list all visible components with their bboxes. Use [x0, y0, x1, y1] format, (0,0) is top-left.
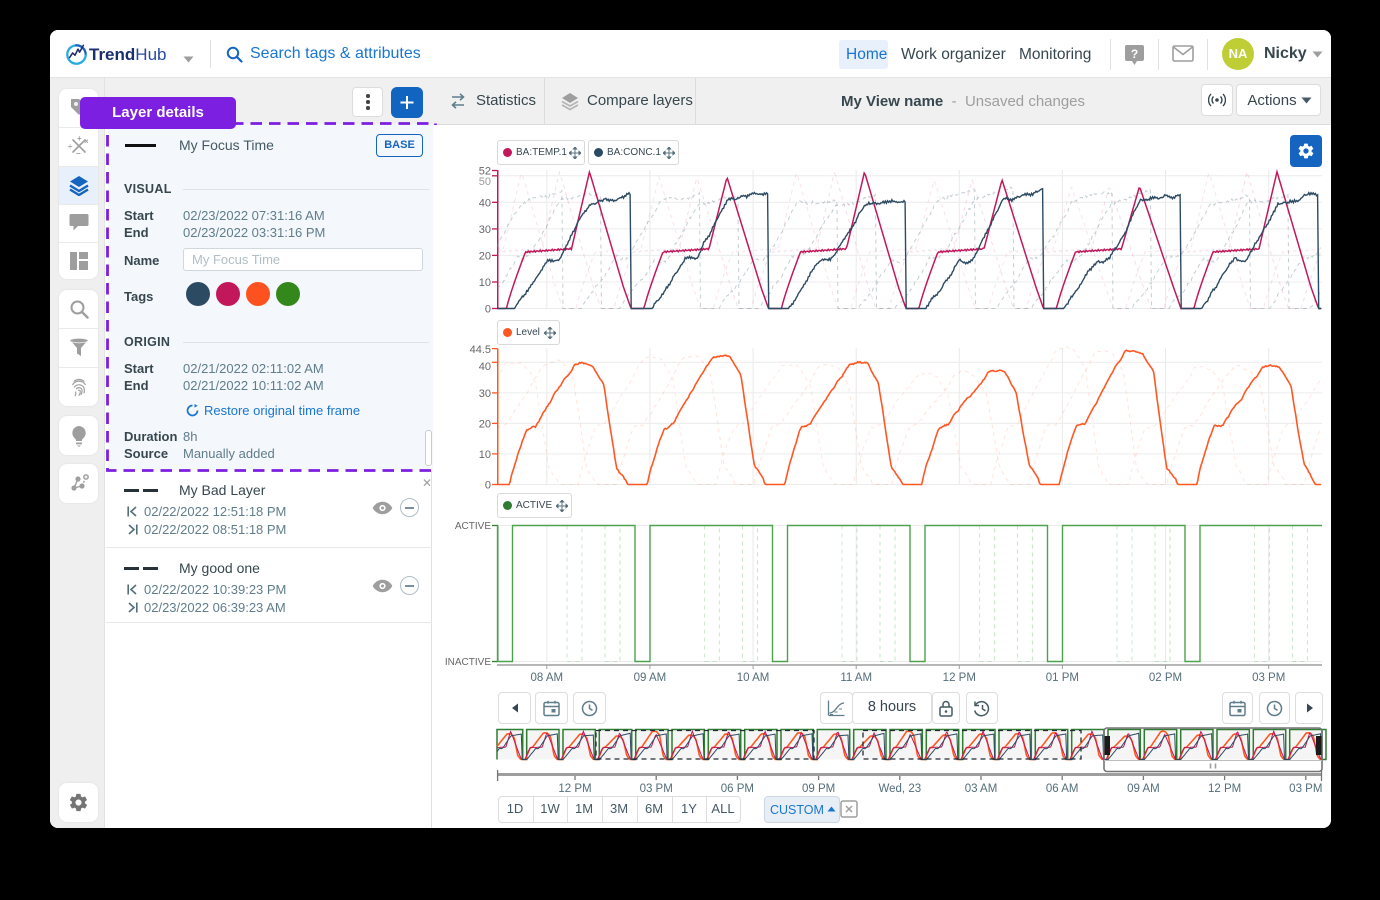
- svg-text:02 PM: 02 PM: [1149, 672, 1182, 684]
- svg-text:20: 20: [479, 418, 491, 430]
- svg-text:40: 40: [479, 197, 491, 209]
- svg-text:30: 30: [479, 224, 491, 236]
- svg-text:30: 30: [479, 388, 491, 400]
- svg-text:ACTIVE: ACTIVE: [455, 521, 491, 532]
- svg-text:06 AM: 06 AM: [1046, 783, 1079, 795]
- svg-text:Wed, 23: Wed, 23: [878, 783, 921, 795]
- svg-text:0: 0: [485, 480, 491, 492]
- svg-text:11 AM: 11 AM: [840, 672, 872, 684]
- svg-text:10 AM: 10 AM: [737, 672, 770, 684]
- svg-text:12 PM: 12 PM: [1208, 783, 1241, 795]
- svg-text:10: 10: [479, 277, 491, 289]
- svg-text:20: 20: [479, 250, 491, 262]
- svg-text:03 PM: 03 PM: [1289, 783, 1322, 795]
- svg-text:×: ×: [84, 137, 89, 146]
- svg-text:06 PM: 06 PM: [721, 783, 754, 795]
- svg-text:03 PM: 03 PM: [1252, 672, 1285, 684]
- svg-text:08 AM: 08 AM: [530, 672, 563, 684]
- svg-text:50: 50: [479, 176, 491, 188]
- svg-text:03 AM: 03 AM: [965, 783, 998, 795]
- svg-text:01 PM: 01 PM: [1046, 672, 1079, 684]
- svg-text:40: 40: [479, 361, 491, 373]
- svg-text:12 PM: 12 PM: [558, 783, 591, 795]
- svg-text:0: 0: [485, 304, 491, 316]
- svg-text:INACTIVE: INACTIVE: [445, 657, 491, 668]
- svg-text:−: −: [76, 149, 81, 157]
- svg-text:12 PM: 12 PM: [943, 672, 976, 684]
- svg-text:09 PM: 09 PM: [802, 783, 835, 795]
- svg-text:10: 10: [479, 449, 491, 461]
- svg-text:09 AM: 09 AM: [634, 672, 667, 684]
- svg-text:44.5: 44.5: [470, 344, 491, 356]
- svg-text:÷: ÷: [68, 142, 73, 151]
- svg-text:+: +: [77, 135, 82, 143]
- svg-text:09 AM: 09 AM: [1127, 783, 1160, 795]
- svg-text:03 PM: 03 PM: [640, 783, 673, 795]
- svg-text:?: ?: [1131, 47, 1138, 61]
